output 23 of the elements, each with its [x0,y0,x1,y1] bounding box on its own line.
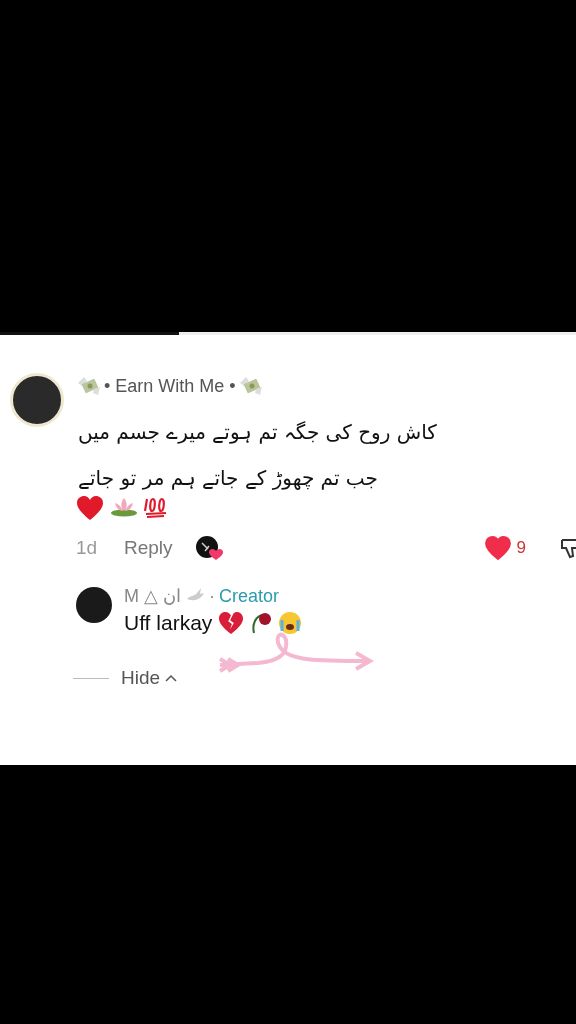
comment-text: جب تم چھوڑ کے جاتے ہم مر تو جاتے [77,465,379,492]
crying-face-icon [278,611,303,635]
like-count: 9 [516,538,526,558]
reply-username[interactable]: M △ ان [124,585,181,607]
comment-text: کاش روح کی جگہ تم ہوتے میرے جسم میں [77,419,438,446]
user-avatar[interactable] [10,373,64,427]
heart-icon [76,495,104,521]
flying-money-icon [76,375,102,397]
caret-up-icon [164,673,179,683]
creator-label: Creator [219,585,280,607]
reply-avatar[interactable] [76,587,112,623]
reply-text: Uff larkay [124,611,213,635]
creator-liked-icon [194,535,223,561]
dislike-icon[interactable] [560,536,576,560]
username[interactable]: • Earn With Me • [104,375,236,397]
broken-heart-icon [218,611,245,635]
comment-time: 1d [76,537,99,559]
like-heart-icon[interactable] [484,536,511,560]
hide-replies-button[interactable]: Hide [121,667,179,689]
reply-button[interactable]: Reply [124,537,173,559]
wilted-rose-icon [250,611,273,635]
name-separator: · [209,585,215,607]
video-progress-bar[interactable] [0,332,576,335]
